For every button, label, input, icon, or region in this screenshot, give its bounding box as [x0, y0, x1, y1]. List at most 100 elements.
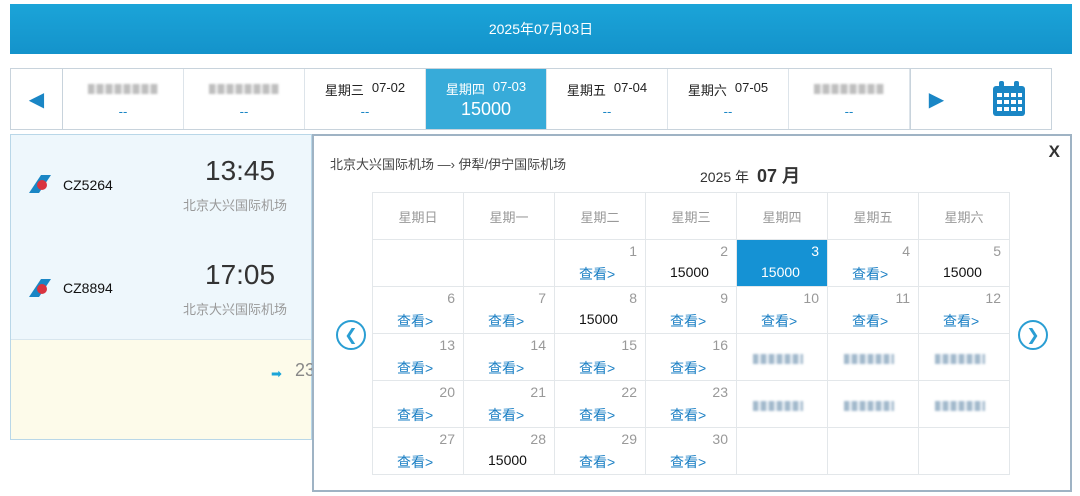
day-number: 27: [439, 431, 455, 447]
view-price-link[interactable]: 查看>: [397, 405, 433, 425]
blurred-content: [844, 354, 894, 364]
calendar-day-cell[interactable]: 29 查看>: [554, 427, 646, 475]
calendar-day-cell[interactable]: 13 查看>: [372, 333, 464, 381]
calendar-day-cell[interactable]: 20 查看>: [372, 380, 464, 428]
day-number: 23: [712, 384, 728, 400]
calendar-button[interactable]: [964, 68, 1054, 130]
calendar-day-cell[interactable]: 23 查看>: [645, 380, 737, 428]
calendar-day-cell: [736, 380, 828, 428]
view-price-link[interactable]: 查看>: [397, 311, 433, 331]
date-strip-day[interactable]: --: [789, 69, 910, 129]
blurred-content: [753, 401, 803, 411]
view-price-link[interactable]: 查看>: [670, 311, 706, 331]
calendar-day-cell: [463, 239, 555, 287]
calendar-day-cell[interactable]: 9 查看>: [645, 286, 737, 334]
airline-logo-icon: [29, 279, 51, 297]
prev-month-button[interactable]: ❮: [336, 320, 366, 350]
view-price-link[interactable]: 查看>: [670, 358, 706, 378]
day-number: 11: [895, 290, 910, 306]
calendar-day-cell: [827, 427, 919, 475]
calendar-day-cell[interactable]: 8 15000: [554, 286, 646, 334]
weekday-header: 星期日: [372, 192, 464, 240]
view-price-link[interactable]: 查看>: [852, 264, 888, 284]
prev-day-arrow-icon[interactable]: ◀: [11, 69, 63, 129]
weekday-header: 星期四: [736, 192, 828, 240]
day-number: 4: [902, 243, 910, 259]
chevron-left-icon: ❮: [344, 327, 358, 344]
strip-days: -- -- 星期三 07-02 -- 星期四 07-03 15000 星期五 07-04 -- 星期六…: [63, 69, 910, 129]
view-price-link[interactable]: 查看>: [943, 311, 979, 331]
calendar-body: 1 查看> 2 15000 3 15000 4 查看> 5 15000 6 查看> 7 查看> 8 15000…: [372, 239, 1010, 475]
calendar-day-cell[interactable]: 16 查看>: [645, 333, 737, 381]
blurred-label: [814, 83, 884, 94]
view-price-link[interactable]: 查看>: [488, 311, 524, 331]
calendar-day-cell[interactable]: 2 15000: [645, 239, 737, 287]
view-price-link[interactable]: 查看>: [397, 358, 433, 378]
calendar-day-cell[interactable]: 11 查看>: [827, 286, 919, 334]
day-label: 星期六: [687, 82, 727, 98]
date-strip-day[interactable]: 星期五 07-04 --: [547, 69, 668, 129]
calendar-day-cell[interactable]: 5 15000: [918, 239, 1010, 287]
calendar-day-cell[interactable]: 7 查看>: [463, 286, 555, 334]
weekday-header: 星期二: [554, 192, 646, 240]
calendar-day-cell[interactable]: 4 查看>: [827, 239, 919, 287]
calendar-day-cell[interactable]: 21 查看>: [463, 380, 555, 428]
calendar-day-cell[interactable]: 15 查看>: [554, 333, 646, 381]
next-month-button[interactable]: ❯: [1018, 320, 1048, 350]
flight-row[interactable]: CZ5264 13:45 北京大兴国际机场: [11, 135, 311, 235]
view-price-link[interactable]: 查看>: [670, 405, 706, 425]
date-strip-day[interactable]: --: [184, 69, 305, 129]
day-date: 07-03: [492, 78, 527, 94]
close-button[interactable]: X: [1049, 142, 1060, 162]
calendar-day-cell[interactable]: 10 查看>: [736, 286, 828, 334]
flight-code: CZ8894: [63, 280, 113, 296]
day-number: 28: [530, 431, 546, 447]
date-strip-day[interactable]: 星期四 07-03 15000: [426, 69, 547, 129]
next-day-arrow-icon[interactable]: ▶: [910, 69, 962, 129]
date-strip-day[interactable]: 星期三 07-02 --: [305, 69, 426, 129]
view-price-link[interactable]: 查看>: [852, 311, 888, 331]
day-number: 14: [530, 337, 546, 353]
chevron-right-icon: ❯: [1026, 327, 1040, 344]
day-number: 13: [439, 337, 455, 353]
calendar-week-row: 6 查看> 7 查看> 8 15000 9 查看> 10 查看> 11 查看> 12 查看>: [372, 286, 1010, 334]
view-price-link[interactable]: 查看>: [579, 264, 615, 284]
view-price-link[interactable]: 查看>: [488, 358, 524, 378]
view-price-link[interactable]: 查看>: [488, 405, 524, 425]
weekday-header-row: 星期日 星期一 星期二 星期三 星期四 星期五 星期六: [372, 192, 1010, 240]
calendar-day-cell[interactable]: 6 查看>: [372, 286, 464, 334]
view-price-link[interactable]: 查看>: [579, 358, 615, 378]
calendar-day-cell[interactable]: 3 15000: [736, 239, 828, 287]
flight-list: CZ5264 13:45 北京大兴国际机场 CZ8894 17:05 北京大兴国…: [10, 134, 315, 440]
flight-row[interactable]: CZ8894 17:05 北京大兴国际机场: [11, 237, 311, 337]
calendar-day-cell[interactable]: 14 查看>: [463, 333, 555, 381]
blurred-content: [935, 401, 985, 411]
day-number: 16: [712, 337, 728, 353]
view-price-link[interactable]: 查看>: [397, 452, 433, 472]
arrow-right-icon: ➡: [271, 366, 282, 381]
view-price-link[interactable]: 查看>: [579, 405, 615, 425]
calendar-day-cell[interactable]: 12 查看>: [918, 286, 1010, 334]
day-price: 15000: [670, 264, 709, 280]
date-strip-day[interactable]: 星期六 07-05 --: [668, 69, 789, 129]
calendar-day-cell[interactable]: 1 查看>: [554, 239, 646, 287]
day-number: 8: [629, 290, 637, 306]
day-number: 10: [803, 290, 819, 306]
calendar-day-cell[interactable]: 28 15000: [463, 427, 555, 475]
view-price-link[interactable]: 查看>: [670, 452, 706, 472]
calendar-grid: 星期日 星期一 星期二 星期三 星期四 星期五 星期六 1 查看> 2 15000 3 15000 4 查…: [372, 192, 1010, 475]
day-label: 星期四: [445, 81, 485, 97]
day-number: 12: [985, 290, 1001, 306]
calendar-day-cell[interactable]: 27 查看>: [372, 427, 464, 475]
calendar-week-row: 13 查看> 14 查看> 15 查看> 16 查看>: [372, 333, 1010, 381]
calendar-day-cell: [372, 239, 464, 287]
airline-logo-icon: [29, 175, 51, 193]
view-price-link[interactable]: 查看>: [761, 311, 797, 331]
flight-code: CZ5264: [63, 177, 113, 193]
date-strip-day[interactable]: --: [63, 69, 184, 129]
view-price-link[interactable]: 查看>: [579, 452, 615, 472]
calendar-day-cell[interactable]: 30 查看>: [645, 427, 737, 475]
day-price: 15000: [761, 264, 800, 280]
calendar-day-cell[interactable]: 22 查看>: [554, 380, 646, 428]
departure-time: 13:45: [205, 155, 276, 186]
